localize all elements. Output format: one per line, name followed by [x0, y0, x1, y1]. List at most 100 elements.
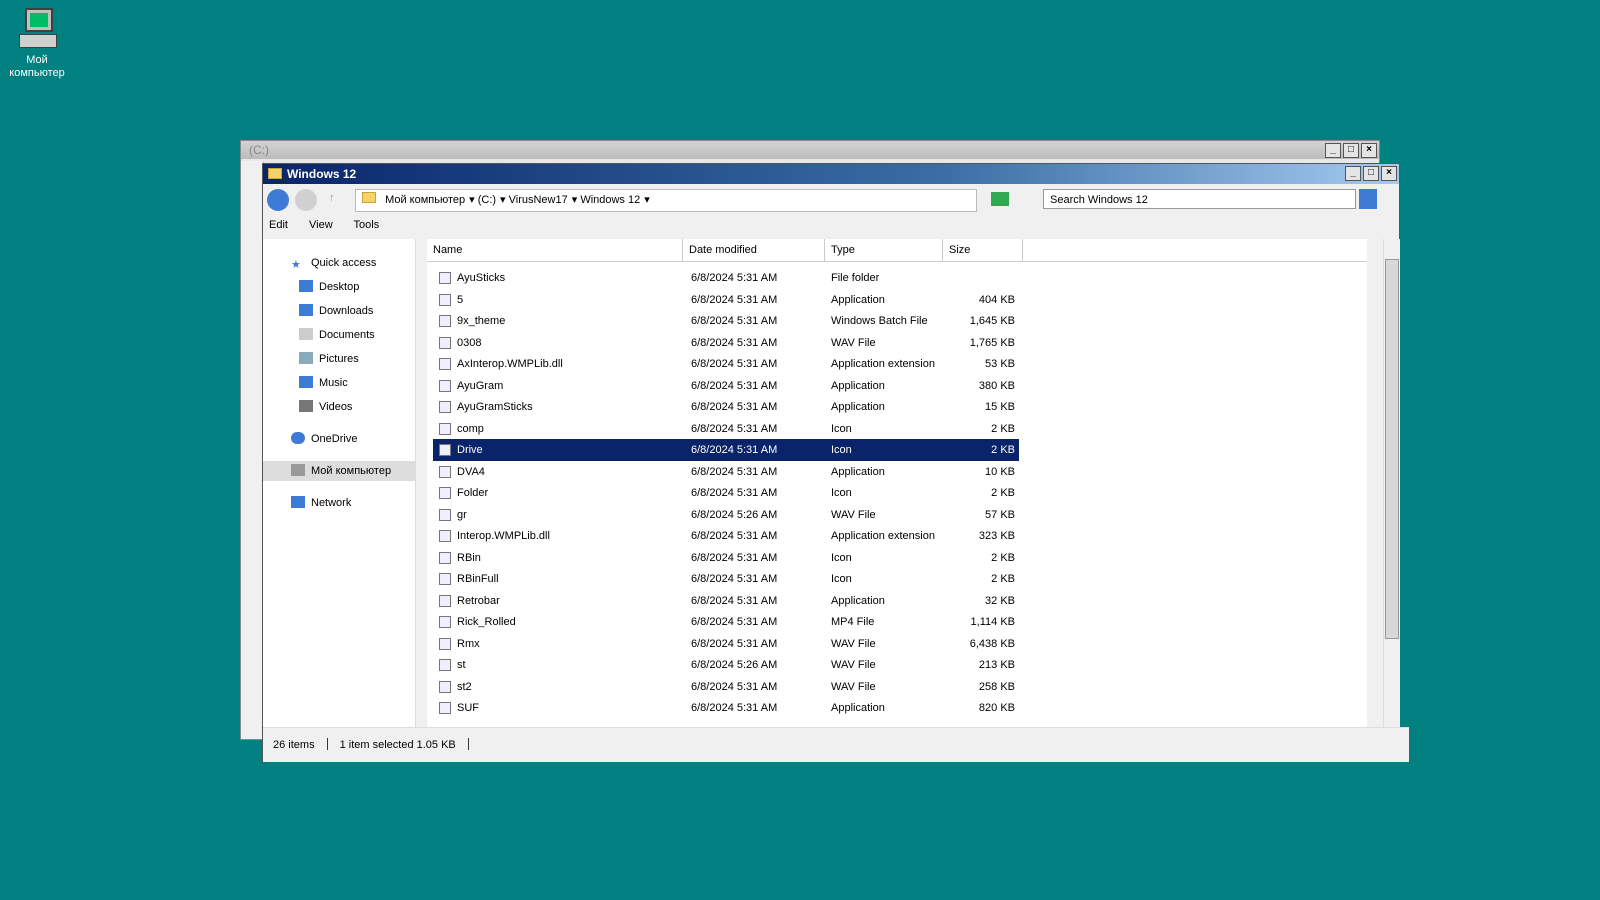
minimize-button[interactable]: _ [1325, 143, 1341, 158]
file-size: 1,765 KB [969, 336, 1015, 349]
file-icon [439, 293, 451, 306]
close-button[interactable]: × [1381, 166, 1397, 181]
nav-this-pc[interactable]: Мой компьютер [263, 461, 415, 481]
file-name: 0308 [457, 336, 482, 349]
nav-onedrive[interactable]: OneDrive [291, 429, 357, 449]
forward-button[interactable] [295, 189, 317, 211]
breadcrumb-item[interactable]: VirusNew17 [509, 194, 568, 206]
file-icon [439, 379, 451, 392]
breadcrumb-item[interactable]: Мой компьютер [385, 194, 465, 206]
file-date: 6/8/2024 5:31 AM [691, 487, 778, 499]
file-row[interactable]: AxInterop.WMPLib.dll 6/8/2024 5:31 AM Appl… [433, 353, 1019, 375]
nav-videos[interactable]: Videos [299, 397, 352, 417]
refresh-icon[interactable] [991, 192, 1009, 206]
file-date: 6/8/2024 5:31 AM [691, 573, 778, 585]
nav-desktop[interactable]: Desktop [299, 277, 359, 297]
nav-downloads[interactable]: Downloads [299, 301, 373, 321]
file-row[interactable]: Folder 6/8/2024 5:31 AM Icon 2 KB [433, 482, 1019, 504]
file-row[interactable]: st 6/8/2024 5:26 AM WAV File 213 KB [433, 654, 1019, 676]
file-row[interactable]: SUF 6/8/2024 5:31 AM Application 820 KB [433, 697, 1019, 719]
back-button[interactable] [267, 189, 289, 211]
search-icon[interactable] [1359, 189, 1377, 209]
file-row[interactable]: Rick_Rolled 6/8/2024 5:31 AM MP4 File 1,114… [433, 611, 1019, 633]
file-name: Rmx [457, 637, 480, 650]
address-row: ↑ Мой компьютер ▾ (C:) ▾ VirusNew17 ▾ Windo… [263, 184, 1399, 214]
background-window-title: (C:) [249, 143, 269, 157]
scrollbar-thumb[interactable] [1385, 259, 1399, 639]
download-icon [299, 304, 313, 316]
file-type: Application [831, 702, 885, 714]
vertical-scrollbar[interactable] [1383, 239, 1400, 727]
explorer-window[interactable]: Windows 12 _ □ × ↑ Мой компьютер ▾ (C:) ▾ … [262, 163, 1409, 762]
maximize-button[interactable]: □ [1343, 143, 1359, 158]
file-name: AyuGramSticks [457, 401, 533, 413]
file-row[interactable]: comp 6/8/2024 5:31 AM Icon 2 KB [433, 418, 1019, 440]
desktop-icon-label: Мой компьютер [9, 54, 65, 79]
menu-edit[interactable]: Edit [269, 219, 288, 231]
file-row[interactable]: Retrobar 6/8/2024 5:31 AM Application 32 KB [433, 590, 1019, 612]
nav-pictures[interactable]: Pictures [299, 349, 359, 369]
column-type[interactable]: Type [825, 239, 943, 261]
file-type: Icon [831, 444, 852, 456]
file-row[interactable]: st2 6/8/2024 5:31 AM WAV File 258 KB [433, 676, 1019, 698]
file-row[interactable]: Drive 6/8/2024 5:31 AM Icon 2 KB [433, 439, 1019, 461]
file-icon [439, 680, 451, 693]
nav-documents[interactable]: Documents [299, 325, 375, 345]
menu-view[interactable]: View [309, 219, 333, 231]
background-window-titlebar[interactable]: (C:) _ □ × [241, 141, 1379, 159]
file-row[interactable]: 9x_theme 6/8/2024 5:31 AM Windows Batch Fi… [433, 310, 1019, 332]
file-row[interactable]: 5 6/8/2024 5:31 AM Application 404 KB [433, 289, 1019, 311]
window-titlebar[interactable]: Windows 12 _ □ × [263, 164, 1399, 184]
file-size: 6,438 KB [969, 637, 1015, 650]
breadcrumb-item[interactable]: (C:) [478, 194, 496, 206]
breadcrumb-item[interactable]: Windows 12 [580, 194, 640, 206]
music-icon [299, 376, 313, 388]
menu-tools[interactable]: Tools [354, 219, 380, 231]
file-name: DVA4 [457, 465, 485, 478]
file-icon [439, 573, 451, 585]
column-date[interactable]: Date modified [683, 239, 825, 261]
minimize-button[interactable]: _ [1345, 166, 1361, 181]
file-row[interactable]: gr 6/8/2024 5:26 AM WAV File 57 KB [433, 504, 1019, 526]
desktop-icon-my-computer[interactable]: Мой компьютер [6, 6, 68, 80]
file-icon [439, 422, 451, 435]
file-name: Folder [457, 487, 489, 499]
file-date: 6/8/2024 5:26 AM [691, 508, 778, 521]
file-row[interactable]: AyuGramSticks 6/8/2024 5:31 AM Application… [433, 396, 1019, 418]
file-date: 6/8/2024 5:26 AM [691, 659, 778, 671]
nav-network[interactable]: Network [291, 493, 351, 513]
column-size[interactable]: Size [943, 239, 1023, 261]
file-type: Application extension [831, 358, 935, 370]
file-row[interactable]: Interop.WMPLib.dll 6/8/2024 5:31 AM Applic… [433, 525, 1019, 547]
maximize-button[interactable]: □ [1363, 166, 1379, 181]
file-type: Application [831, 379, 885, 392]
file-row[interactable]: 0308 6/8/2024 5:31 AM WAV File 1,765 KB [433, 332, 1019, 354]
nav-quick-access[interactable]: ★ Quick access [291, 253, 376, 273]
file-name: Interop.WMPLib.dll [457, 530, 550, 542]
file-row[interactable]: RBin 6/8/2024 5:31 AM Icon 2 KB [433, 547, 1019, 569]
file-row[interactable]: AyuGram 6/8/2024 5:31 AM Application 380 KB [433, 375, 1019, 397]
file-name: 9x_theme [457, 315, 506, 327]
status-bar: 26 items 1 item selected 1.05 KB [263, 727, 1409, 762]
nav-music[interactable]: Music [299, 373, 348, 393]
file-type: File folder [831, 272, 880, 284]
file-type: Application [831, 465, 885, 478]
file-type: Application extension [831, 530, 935, 542]
desktop-icon [299, 280, 313, 292]
close-button[interactable]: × [1361, 143, 1377, 158]
file-icon [439, 487, 451, 499]
up-arrow-icon[interactable]: ↑ [329, 192, 335, 204]
file-row[interactable]: RBinFull 6/8/2024 5:31 AM Icon 2 KB [433, 568, 1019, 590]
file-row[interactable]: AyuSticks 6/8/2024 5:31 AM File folder [433, 267, 1019, 289]
search-input[interactable]: Search Windows 12 [1043, 189, 1356, 209]
file-icon [439, 702, 451, 714]
file-date: 6/8/2024 5:31 AM [691, 444, 778, 456]
file-type: WAV File [831, 680, 876, 693]
file-name: gr [457, 508, 467, 521]
file-date: 6/8/2024 5:31 AM [691, 293, 778, 306]
folder-icon [362, 192, 376, 203]
column-name[interactable]: Name [427, 239, 683, 261]
file-row[interactable]: Rmx 6/8/2024 5:31 AM WAV File 6,438 KB [433, 633, 1019, 655]
file-row[interactable]: DVA4 6/8/2024 5:31 AM Application 10 KB [433, 461, 1019, 483]
address-bar[interactable]: Мой компьютер ▾ (C:) ▾ VirusNew17 ▾ Windows… [355, 189, 977, 212]
